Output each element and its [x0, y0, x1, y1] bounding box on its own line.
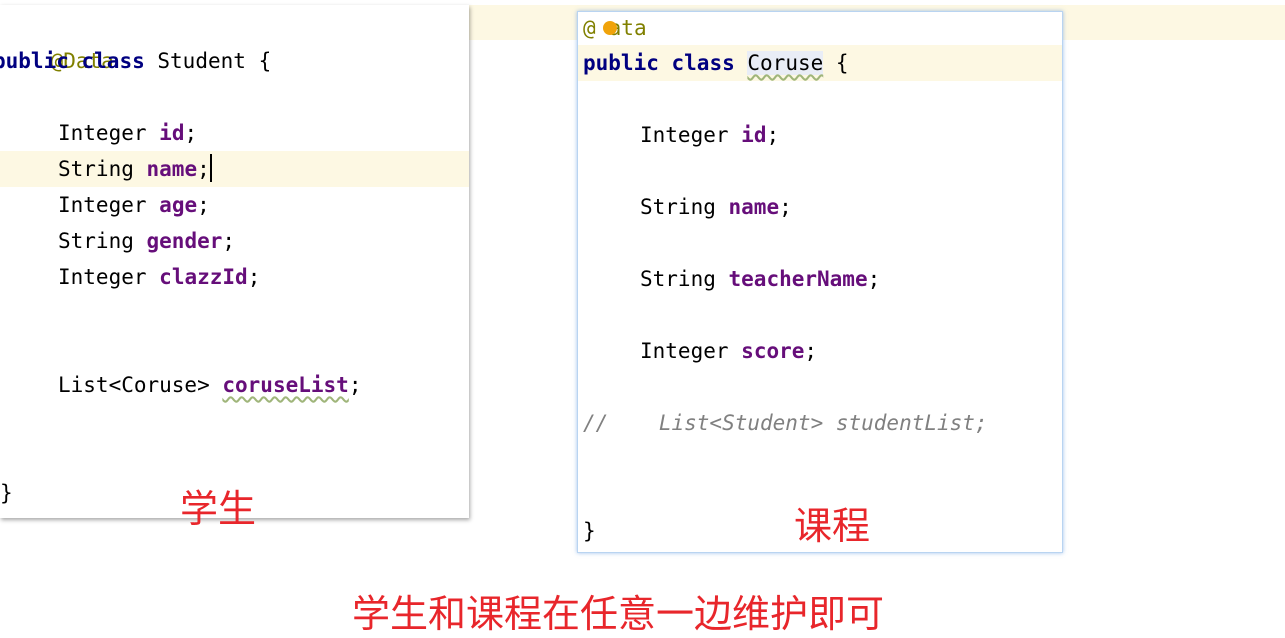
brace-open: { — [835, 51, 849, 75]
keyword-class: class — [671, 51, 735, 75]
semicolon: ; — [222, 229, 236, 253]
field-type: Integer — [640, 123, 729, 147]
field-type: String — [640, 195, 716, 219]
course-caption: 课程 — [794, 504, 871, 548]
field-line: Integer age; — [58, 187, 469, 223]
field-line: String name; — [640, 189, 1062, 225]
keyword-public: public — [583, 51, 659, 75]
field-type: Integer — [58, 265, 147, 289]
brace-open: { — [258, 49, 272, 73]
field-line: Integer clazzId; — [58, 259, 469, 295]
brace-close: } — [583, 519, 596, 543]
field-line-current: String name; — [0, 151, 469, 187]
semicolon: ; — [804, 339, 818, 363]
list-type: List<Coruse> — [58, 373, 210, 397]
field-line: Integer id; — [58, 115, 469, 151]
brace-close: } — [0, 481, 13, 505]
field-line: String gender; — [58, 223, 469, 259]
field-name: id — [741, 123, 767, 147]
field-name: id — [159, 121, 185, 145]
semicolon: ; — [247, 265, 261, 289]
field-line: String teacherName; — [640, 261, 1062, 297]
semicolon: ; — [867, 267, 881, 291]
semicolon: ; — [348, 373, 362, 397]
annotation-line: @ ata — [583, 12, 1062, 46]
field-name: clazzId — [159, 265, 248, 289]
list-field-name: coruseList — [222, 373, 349, 397]
course-code-panel[interactable]: @ ata public class Coruse { Integer id; S… — [577, 11, 1063, 553]
field-type: String — [58, 157, 134, 181]
field-type: Integer — [640, 339, 729, 363]
footer-caption: 学生和课程在任意一边维护即可 — [352, 592, 885, 636]
class-name: Coruse — [747, 51, 824, 75]
field-name: name — [728, 195, 780, 219]
class-declaration: public class Coruse { — [578, 45, 1062, 81]
comment-line: // List<Student> studentList; — [583, 411, 988, 435]
semicolon: ; — [766, 123, 780, 147]
student-code-panel[interactable]: @Data public class Student { Integer id;… — [0, 5, 469, 518]
student-caption: 学生 — [180, 487, 257, 531]
keyword-class: class — [81, 49, 145, 73]
field-line: Integer id; — [640, 117, 1062, 153]
field-name: gender — [146, 229, 223, 253]
field-type: Integer — [58, 121, 147, 145]
keyword-public: public — [0, 49, 69, 73]
annotation-at: @ — [583, 16, 596, 40]
semicolon: ; — [197, 157, 210, 181]
field-type: String — [640, 267, 716, 291]
lightbulb-icon[interactable] — [603, 21, 617, 35]
field-name: teacherName — [728, 267, 868, 291]
class-name: Student — [157, 49, 246, 73]
semicolon: ; — [184, 121, 198, 145]
field-name: name — [146, 157, 198, 181]
class-declaration: public class Student { — [0, 43, 469, 79]
list-field-line: List<Coruse> coruseList; — [58, 367, 469, 403]
field-name: age — [159, 193, 198, 217]
field-line: Integer score; — [640, 333, 1062, 369]
semicolon: ; — [197, 193, 210, 217]
annotation-line: @Data — [0, 7, 469, 73]
field-type: Integer — [58, 193, 147, 217]
field-name: score — [741, 339, 805, 363]
text-caret — [209, 154, 212, 182]
semicolon: ; — [779, 195, 792, 219]
field-type: String — [58, 229, 134, 253]
